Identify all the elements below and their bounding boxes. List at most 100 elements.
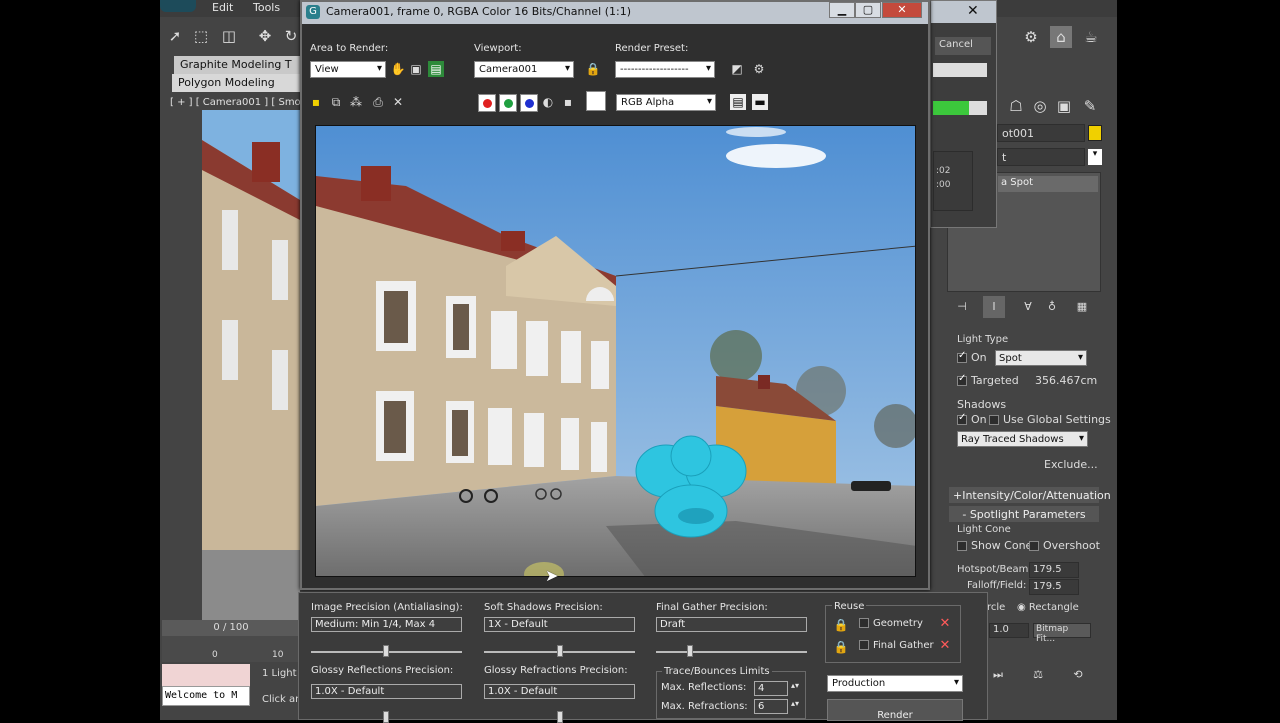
minimize-icon[interactable]: ▁ (829, 2, 855, 18)
environment-icon[interactable]: ⚙ (751, 61, 767, 77)
final-gather-slider[interactable] (656, 651, 807, 653)
blue-channel-toggle[interactable] (520, 94, 538, 112)
viewport-label[interactable]: [ + ] [ Camera001 ] [ Smooth (170, 97, 317, 108)
show-cone-checkbox[interactable]: Show Cone (957, 539, 1032, 552)
glossy-reflections-field[interactable]: 1.0X - Default (311, 684, 462, 699)
production-dropdown[interactable]: Production (827, 675, 963, 692)
geometry-clear-icon[interactable]: ✕ (937, 616, 953, 632)
menu-edit[interactable]: Edit (212, 1, 233, 14)
close-icon[interactable]: ✕ (967, 3, 979, 19)
use-global-check-icon[interactable] (989, 415, 999, 425)
window-close-icon[interactable]: ✕ (882, 2, 922, 18)
max-refractions-spinner[interactable]: 6 (754, 699, 788, 714)
ribbon-subtab-polygon[interactable]: Polygon Modeling (172, 74, 300, 92)
rendered-image[interactable] (315, 125, 916, 577)
shadows-on-checkbox[interactable]: On (957, 412, 987, 426)
overshoot-checkbox[interactable]: Overshoot (1029, 539, 1100, 552)
pin-stack-icon[interactable]: ⊣ (951, 296, 973, 318)
orbit-icon[interactable]: ⚖ (1027, 664, 1049, 686)
overshoot-check-icon[interactable] (1029, 541, 1039, 551)
render-preset-dropdown[interactable]: ------------------- (615, 61, 715, 78)
green-channel-toggle[interactable] (499, 94, 517, 112)
area-to-render-dropdown[interactable]: View (310, 61, 386, 78)
shadows-on-check-icon[interactable] (957, 412, 967, 425)
bitmap-fit-button[interactable]: Bitmap Fit... (1033, 623, 1091, 644)
soft-shadows-field[interactable]: 1X - Default (484, 617, 635, 632)
cancel-button[interactable]: Cancel (935, 37, 991, 55)
helpers-icon[interactable]: ▣ (1053, 95, 1075, 117)
cameras-icon[interactable]: ◎ (1029, 95, 1051, 117)
aspect-field[interactable]: 1.0 (989, 623, 1029, 638)
exclude-button[interactable]: Exclude... (1044, 458, 1098, 471)
geometry-check-icon[interactable] (859, 618, 869, 628)
final-gather-lock-icon[interactable]: 🔒 (833, 639, 849, 655)
toggle-ui-icon[interactable]: ▬ (752, 94, 768, 110)
maxscript-listener-pink[interactable] (162, 664, 250, 686)
next-frame-icon[interactable]: ⏭ (987, 664, 1009, 686)
clone-window-icon[interactable]: ⁂ (348, 94, 364, 110)
final-gather-clear-icon[interactable]: ✕ (937, 638, 953, 654)
category-dropdown-arrow-icon[interactable]: ▾ (1088, 149, 1102, 165)
viewport-dropdown[interactable]: Camera001 (474, 61, 574, 78)
red-channel-toggle[interactable] (478, 94, 496, 112)
channel-display-dropdown[interactable]: RGB Alpha (616, 94, 716, 111)
final-gather-reuse-checkbox[interactable]: Final Gather (859, 640, 934, 651)
hotspot-field[interactable]: 179.5 (1029, 562, 1079, 578)
print-image-icon[interactable]: ⎙ (370, 94, 386, 110)
configure-sets-icon[interactable]: ▦ (1071, 296, 1093, 318)
move-icon[interactable]: ✥ (254, 25, 276, 47)
falloff-field[interactable]: 179.5 (1029, 579, 1079, 595)
auto-region-icon[interactable]: ▣ (408, 61, 424, 77)
lights-icon[interactable]: ☖ (1005, 95, 1027, 117)
category-dropdown[interactable]: t (997, 148, 1085, 166)
lock-viewport-icon[interactable]: 🔒 (585, 61, 601, 77)
clear-image-icon[interactable]: ✕ (390, 94, 406, 110)
light-type-dropdown[interactable]: Spot (995, 350, 1087, 366)
final-gather-knob[interactable] (687, 645, 693, 657)
ribbon-tab-graphite[interactable]: Graphite Modeling T (174, 56, 302, 74)
soft-shadows-knob[interactable] (557, 645, 563, 657)
final-gather-field[interactable]: Draft (656, 617, 807, 632)
final-gather-reuse-check-icon[interactable] (859, 640, 869, 650)
time-slider[interactable]: 0 / 100 (162, 620, 300, 636)
modify-icon[interactable]: ⚙ (1020, 26, 1042, 48)
monochrome-icon[interactable]: ▪ (560, 94, 576, 110)
field-of-view-icon[interactable]: ⟲ (1067, 664, 1089, 686)
targeted-checkbox[interactable]: Targeted (957, 373, 1019, 387)
use-global-checkbox[interactable]: Use Global Settings (989, 413, 1111, 426)
glossy-reflections-knob[interactable] (383, 711, 389, 723)
render-button[interactable]: Render (827, 699, 963, 721)
rect-select-icon[interactable]: ⬚ (190, 25, 212, 47)
show-end-icon[interactable]: I (983, 296, 1005, 318)
track-bar[interactable]: 0 10 (162, 636, 300, 662)
make-unique-icon[interactable]: ∀ (1017, 296, 1039, 318)
circle-label[interactable]: rcle (987, 602, 1005, 613)
geometry-checkbox[interactable]: Geometry (859, 618, 923, 629)
toggle-ui-overlay-icon[interactable]: ▤ (730, 94, 746, 110)
targeted-check-icon[interactable] (957, 373, 967, 386)
intensity-rollout[interactable]: +Intensity/Color/Attenuation (949, 487, 1111, 503)
alpha-channel-icon[interactable]: ◐ (540, 94, 556, 110)
image-precision-knob[interactable] (383, 645, 389, 657)
swatch-color[interactable] (586, 91, 606, 111)
show-cone-check-icon[interactable] (957, 541, 967, 551)
object-list-item[interactable]: a Spot (998, 176, 1098, 192)
max-reflections-spin-icon[interactable]: ▴▾ (791, 681, 799, 690)
edit-region-icon[interactable]: ✋ (390, 61, 406, 77)
utilities-icon[interactable]: ☕ (1080, 26, 1102, 48)
max-refractions-spin-icon[interactable]: ▴▾ (791, 699, 799, 708)
image-precision-field[interactable]: Medium: Min 1/4, Max 4 (311, 617, 462, 632)
remove-modifier-icon[interactable]: ♁ (1041, 296, 1063, 318)
copy-image-icon[interactable]: ⧉ (328, 94, 344, 110)
render-setup-icon[interactable]: ▤ (428, 61, 444, 77)
systems-icon[interactable]: ✎ (1079, 95, 1101, 117)
welcome-text[interactable]: Welcome to M (162, 686, 250, 706)
light-on-check-icon[interactable] (957, 350, 967, 363)
light-on-checkbox[interactable]: On (957, 350, 987, 364)
camera-viewport[interactable] (202, 110, 300, 620)
select-arrow-icon[interactable]: ➚ (164, 25, 186, 47)
max-reflections-spinner[interactable]: 4 (754, 681, 788, 696)
object-color-swatch[interactable] (1088, 125, 1102, 141)
hierarchy-icon[interactable]: ⌂ (1050, 26, 1072, 48)
glossy-refractions-field[interactable]: 1.0X - Default (484, 684, 635, 699)
